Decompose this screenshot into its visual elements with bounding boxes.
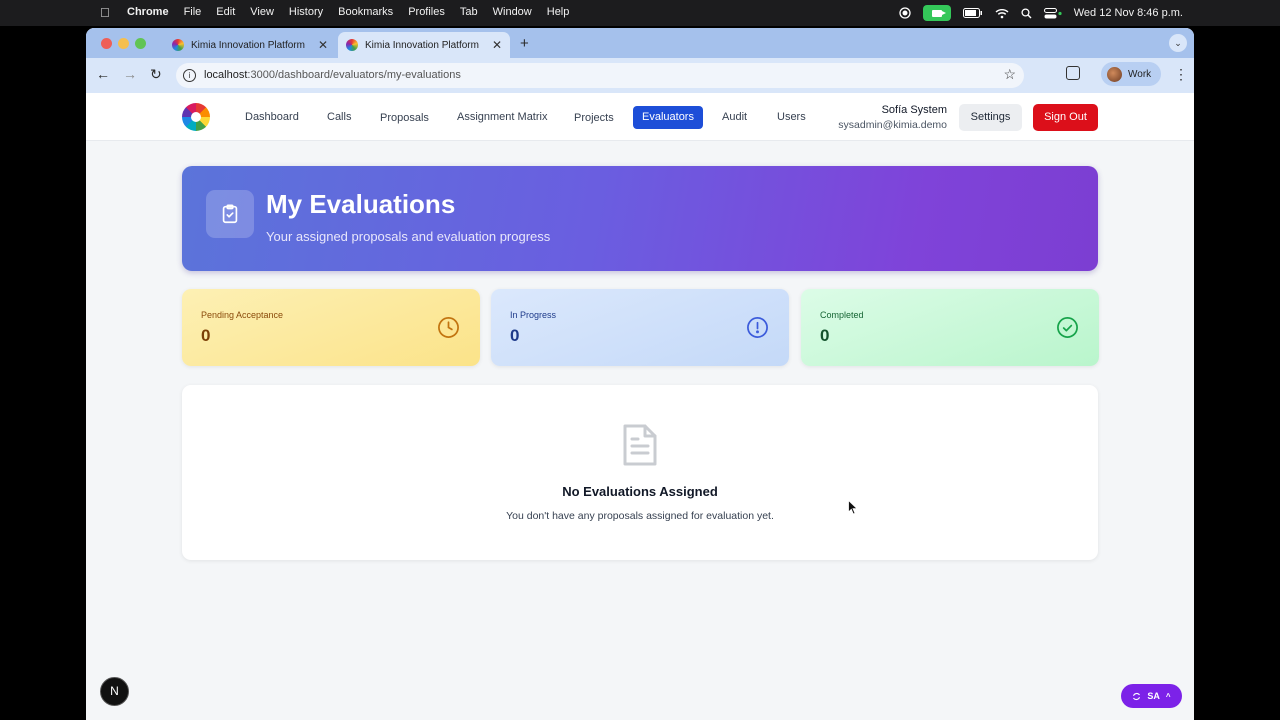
stat-card-pending: Pending Acceptance 0 (182, 289, 480, 366)
tab-strip: Kimia Innovation Platform ✕ Kimia Innova… (86, 28, 1194, 58)
close-window-button[interactable] (101, 38, 112, 49)
forward-icon[interactable]: → (123, 66, 137, 82)
nav-users[interactable]: Users (777, 111, 806, 123)
menu-window[interactable]: Window (493, 6, 532, 18)
macos-menu-bar:  Chrome File Edit View History Bookmark… (0, 0, 1280, 26)
browser-menu-icon[interactable]: ⋮ (1174, 66, 1188, 83)
user-name: Sofía System (881, 104, 947, 116)
back-icon[interactable]: ← (96, 66, 110, 82)
empty-state-message: You don't have any proposals assigned fo… (506, 510, 774, 522)
nav-audit[interactable]: Audit (722, 111, 747, 123)
page-subtitle: Your assigned proposals and evaluation p… (266, 229, 551, 244)
extensions-icon[interactable] (1066, 66, 1080, 80)
favicon-icon (346, 39, 358, 51)
browser-toolbar: ← → ↻ i localhost:3000/dashboard/evaluat… (86, 58, 1194, 93)
menu-help[interactable]: Help (547, 6, 570, 18)
nav-proposals[interactable]: Proposals (380, 112, 429, 124)
url-path: :3000/dashboard/evaluators/my-evaluation… (247, 69, 461, 81)
nav-calls[interactable]: Calls (327, 111, 351, 123)
minimize-window-button[interactable] (118, 38, 129, 49)
control-center-icon[interactable] (1043, 7, 1062, 19)
tab-search-icon[interactable]: ⌄ (1169, 34, 1187, 52)
profile-button[interactable]: Work (1101, 62, 1161, 86)
browser-window: Kimia Innovation Platform ✕ Kimia Innova… (86, 28, 1194, 720)
apple-icon[interactable]:  (100, 5, 110, 20)
menu-edit[interactable]: Edit (216, 6, 235, 18)
nav-assignment-matrix[interactable]: Assignment Matrix (457, 111, 547, 123)
kimia-logo[interactable] (182, 103, 210, 131)
stat-label: In Progress (510, 310, 557, 320)
spotlight-icon[interactable] (1021, 7, 1032, 19)
clock-icon (438, 317, 459, 338)
reload-icon[interactable]: ↻ (150, 66, 162, 83)
maximize-window-button[interactable] (135, 38, 146, 49)
next-dev-indicator[interactable]: N (100, 677, 129, 706)
session-initials: SA (1147, 691, 1160, 701)
user-email: sysadmin@kimia.demo (838, 119, 947, 131)
menu-bar-items: Chrome File Edit View History Bookmarks … (127, 6, 569, 18)
sign-out-button[interactable]: Sign Out (1033, 104, 1098, 131)
new-tab-icon[interactable]: + (520, 35, 529, 52)
tab-title: Kimia Innovation Platform (191, 39, 305, 51)
menu-history[interactable]: History (289, 6, 323, 18)
browser-tab[interactable]: Kimia Innovation Platform ✕ (164, 32, 336, 58)
sync-icon (1133, 692, 1141, 700)
empty-state-title: No Evaluations Assigned (562, 484, 718, 499)
chevron-up-icon: ^ (1165, 691, 1171, 701)
stat-value: 0 (201, 326, 211, 345)
status-area: Wed 12 Nov 8:46 p.m. (899, 4, 1183, 22)
address-bar[interactable]: i localhost:3000/dashboard/evaluators/my… (176, 63, 1024, 88)
url-text[interactable]: localhost:3000/dashboard/evaluators/my-e… (204, 69, 461, 81)
stat-card-completed: Completed 0 (801, 289, 1099, 366)
close-tab-icon[interactable]: ✕ (492, 38, 502, 52)
wifi-icon[interactable] (995, 8, 1009, 19)
stat-value: 0 (820, 326, 830, 345)
browser-tab-active[interactable]: Kimia Innovation Platform ✕ (338, 32, 510, 58)
menu-app-name[interactable]: Chrome (127, 6, 169, 18)
stat-card-in-progress: In Progress 0 (491, 289, 789, 366)
session-badge[interactable]: SA ^ (1121, 684, 1182, 708)
app-navbar: Dashboard Calls Proposals Assignment Mat… (86, 93, 1194, 141)
user-info: Sofía System sysadmin@kimia.demo (838, 104, 947, 131)
menu-file[interactable]: File (184, 6, 202, 18)
empty-state-card: No Evaluations Assigned You don't have a… (182, 385, 1098, 560)
record-icon[interactable] (899, 7, 911, 19)
nav-evaluators[interactable]: Evaluators (633, 106, 703, 129)
stat-label: Pending Acceptance (201, 310, 284, 320)
menu-view[interactable]: View (250, 6, 274, 18)
page-title: My Evaluations (266, 189, 456, 219)
menu-tab[interactable]: Tab (460, 6, 478, 18)
check-circle-icon (1057, 317, 1078, 338)
mouse-cursor-icon (848, 500, 858, 515)
bookmark-star-icon[interactable]: ☆ (1003, 66, 1016, 83)
battery-icon[interactable] (962, 8, 983, 18)
url-host: localhost (204, 69, 248, 81)
stat-value: 0 (510, 326, 520, 345)
menu-profiles[interactable]: Profiles (408, 6, 445, 18)
menu-clock[interactable]: Wed 12 Nov 8:46 p.m. (1074, 7, 1183, 19)
nav-dashboard[interactable]: Dashboard (245, 111, 299, 123)
nav-projects[interactable]: Projects (574, 112, 614, 124)
close-tab-icon[interactable]: ✕ (318, 38, 328, 52)
menu-bookmarks[interactable]: Bookmarks (338, 6, 393, 18)
page-header-banner: My Evaluations Your assigned proposals a… (182, 166, 1098, 271)
document-icon (623, 424, 657, 466)
settings-button[interactable]: Settings (959, 104, 1022, 131)
facetime-icon[interactable] (922, 5, 951, 21)
clipboard-check-icon (206, 190, 254, 238)
tab-title: Kimia Innovation Platform (365, 39, 479, 51)
site-info-icon[interactable]: i (183, 69, 196, 82)
favicon-icon (172, 39, 184, 51)
avatar (1107, 66, 1122, 82)
alert-circle-icon (747, 317, 768, 338)
stat-label: Completed (820, 310, 864, 320)
profile-label: Work (1128, 68, 1152, 80)
